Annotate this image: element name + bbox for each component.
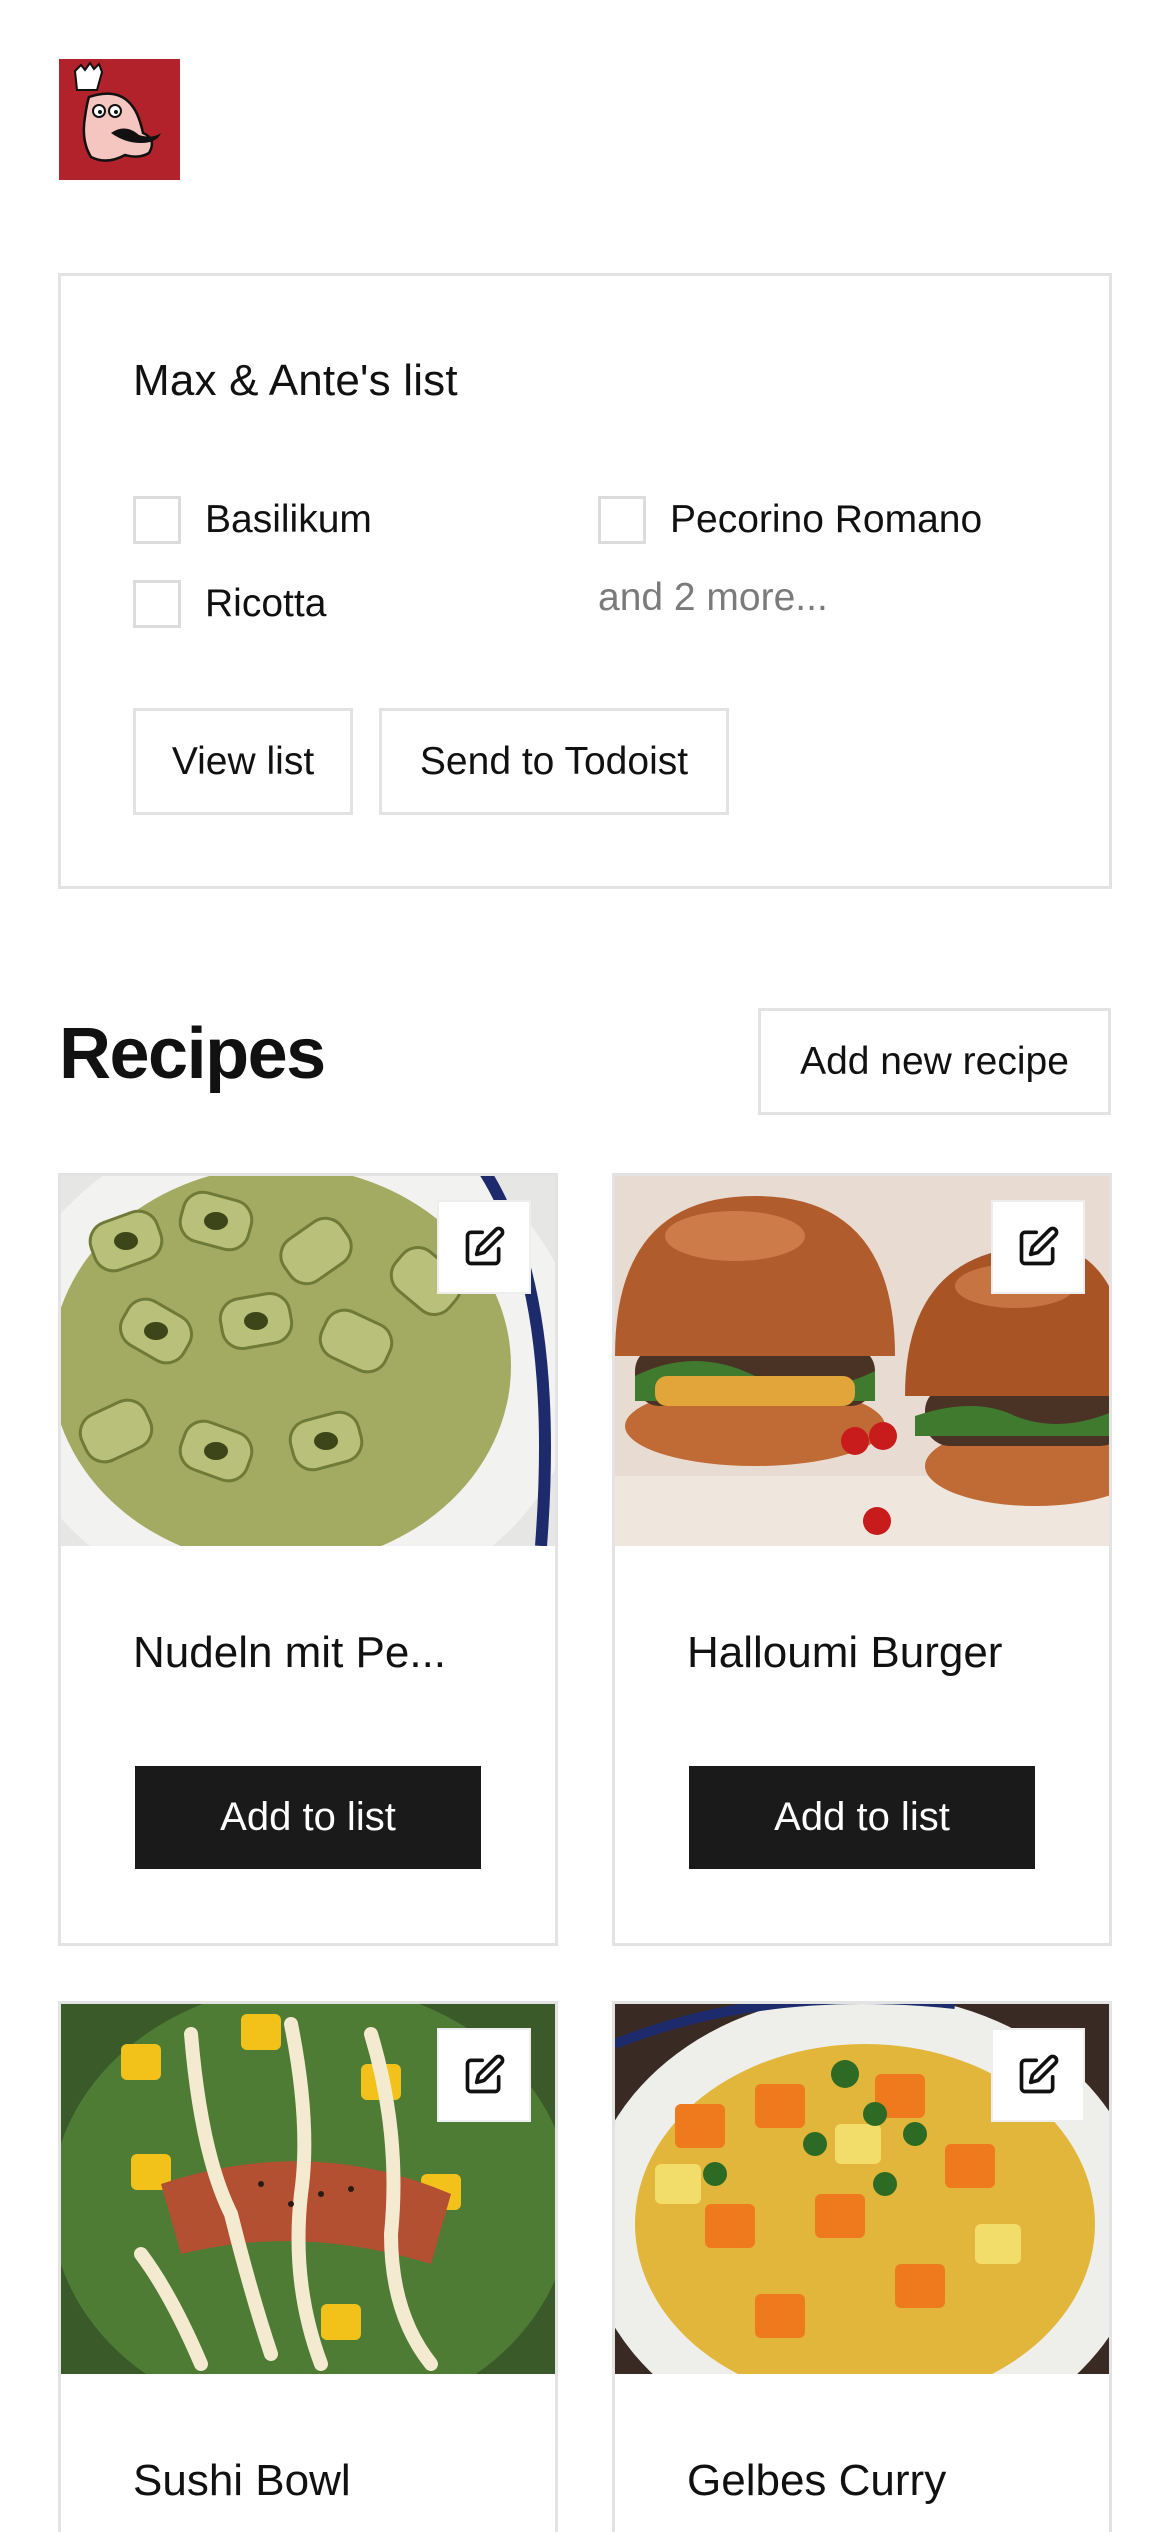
recipe-card[interactable]: Gelbes Curry xyxy=(612,2001,1112,2532)
edit-icon xyxy=(1019,2054,1059,2094)
list-item[interactable]: Pecorino Romano xyxy=(598,496,982,544)
chef-mascot-icon xyxy=(59,59,180,180)
recipe-title: Halloumi Burger xyxy=(687,1628,1003,1677)
edit-recipe-button[interactable] xyxy=(437,1200,531,1294)
edit-icon xyxy=(1019,1226,1059,1266)
recipe-title: Gelbes Curry xyxy=(687,2456,947,2505)
list-item-label: Basilikum xyxy=(205,498,372,541)
chef-mascot-logo[interactable] xyxy=(59,59,180,180)
list-title: Max & Ante's list xyxy=(133,356,458,405)
edit-recipe-button[interactable] xyxy=(437,2028,531,2122)
recipe-title: Sushi Bowl xyxy=(133,2456,351,2505)
recipe-card[interactable]: Halloumi Burger Add to list xyxy=(612,1173,1112,1946)
item-checkbox[interactable] xyxy=(133,580,181,628)
shopping-list-card: Max & Ante's list Basilikum Pecorino Rom… xyxy=(58,273,1112,889)
list-item-label: Ricotta xyxy=(205,582,327,625)
list-item[interactable]: Ricotta xyxy=(133,580,326,628)
recipe-title: Nudeln mit Pe... xyxy=(133,1628,447,1677)
item-checkbox[interactable] xyxy=(598,496,646,544)
recipe-card[interactable]: Sushi Bowl xyxy=(58,2001,558,2532)
edit-icon xyxy=(465,1226,505,1266)
more-items-text: and 2 more... xyxy=(598,576,828,619)
edit-icon xyxy=(465,2054,505,2094)
view-list-button[interactable]: View list xyxy=(133,708,353,815)
recipes-heading: Recipes xyxy=(59,1014,326,1094)
send-to-todoist-button[interactable]: Send to Todoist xyxy=(379,708,729,815)
edit-recipe-button[interactable] xyxy=(991,1200,1085,1294)
edit-recipe-button[interactable] xyxy=(991,2028,1085,2122)
list-item-label: Pecorino Romano xyxy=(670,498,983,541)
add-to-list-button[interactable]: Add to list xyxy=(135,1766,481,1869)
add-to-list-button[interactable]: Add to list xyxy=(689,1766,1035,1869)
recipe-card[interactable]: Nudeln mit Pe... Add to list xyxy=(58,1173,558,1946)
add-new-recipe-button[interactable]: Add new recipe xyxy=(758,1008,1111,1115)
item-checkbox[interactable] xyxy=(133,496,181,544)
list-item[interactable]: Basilikum xyxy=(133,496,372,544)
